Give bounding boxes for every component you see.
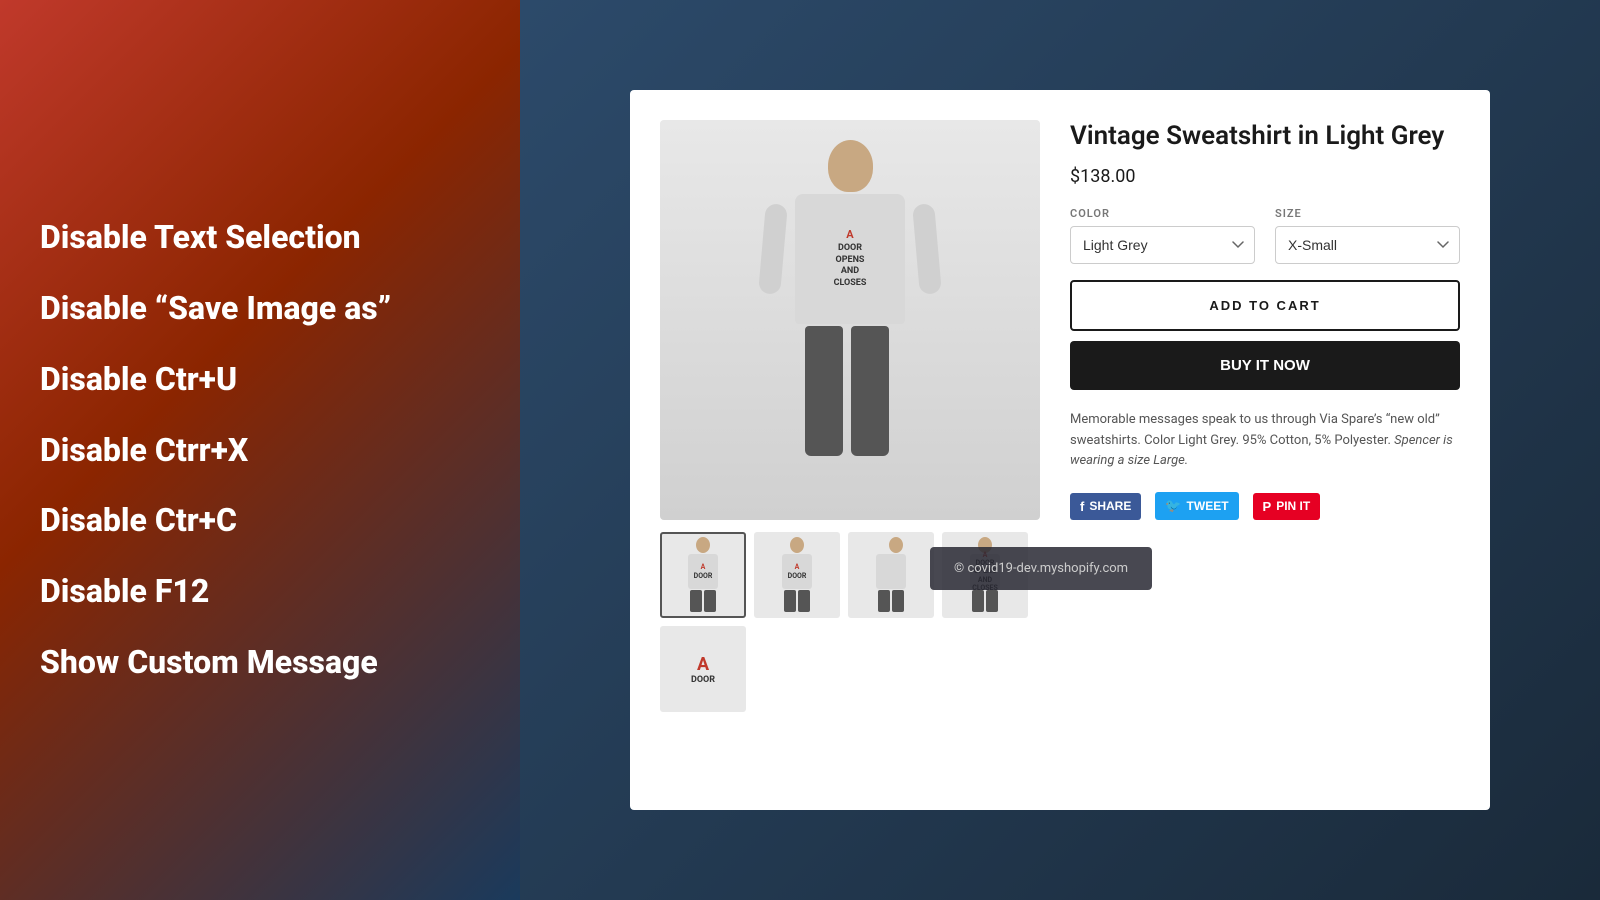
social-share-row: f SHARE 🐦 TWEET P PIN IT [1070, 492, 1460, 520]
man-figure: ADOOROPENSANDCLOSES [770, 140, 930, 500]
color-label: COLOR [1070, 207, 1255, 220]
feature-item-4: Disable Ctrr+X [40, 420, 480, 481]
size-label: SIZE [1275, 207, 1460, 220]
thumbnail-5[interactable]: A DOOR [660, 626, 746, 712]
thumbnail-row-2: A DOOR [660, 626, 1040, 712]
options-row: COLOR Light Grey Dark Grey Navy Black SI… [1070, 207, 1460, 264]
product-description: Memorable messages speak to us through V… [1070, 410, 1460, 472]
mini-head-3 [889, 537, 903, 553]
add-to-cart-button[interactable]: ADD TO CART [1070, 280, 1460, 331]
thumbnail-2[interactable]: ADOOR [754, 532, 840, 618]
pinterest-share-button[interactable]: P PIN IT [1253, 493, 1321, 520]
mini-leg-r3 [892, 590, 904, 612]
pinterest-share-label: PIN IT [1276, 499, 1310, 513]
right-panel: ADOOROPENSANDCLOSES [520, 0, 1600, 900]
mini-body-3 [876, 554, 906, 589]
size-select[interactable]: X-Small Small Medium Large X-Large [1275, 226, 1460, 264]
product-layout: ADOOROPENSANDCLOSES [660, 120, 1460, 712]
facebook-share-label: SHARE [1089, 499, 1131, 513]
mini-body-1: ADOOR [688, 554, 718, 589]
watermark-overlay: © covid19-dev.myshopify.com [930, 547, 1152, 590]
mini-body-2: ADOOR [782, 554, 812, 589]
mini-figure-1: ADOOR [683, 537, 723, 613]
left-panel: Disable Text Selection Disable “Save Ima… [0, 0, 520, 900]
mini-leg-r1 [704, 590, 716, 612]
main-image-placeholder: ADOOROPENSANDCLOSES [660, 120, 1040, 520]
image-section: ADOOROPENSANDCLOSES [660, 120, 1040, 712]
mini-legs-3 [878, 590, 904, 612]
mini-leg-l2 [784, 590, 796, 612]
color-select[interactable]: Light Grey Dark Grey Navy Black [1070, 226, 1255, 264]
product-title: Vintage Sweatshirt in Light Grey [1070, 120, 1460, 154]
pinterest-icon: P [1263, 499, 1272, 514]
facebook-icon: f [1080, 499, 1084, 514]
product-price: $138.00 [1070, 166, 1460, 187]
buy-it-now-button[interactable]: BUY IT NOW [1070, 341, 1460, 390]
mini-leg-l1 [690, 590, 702, 612]
man-arms [780, 204, 920, 294]
man-body: ADOOROPENSANDCLOSES [795, 194, 905, 324]
man-arm-left [758, 203, 788, 295]
thumbnail-5-content: A DOOR [691, 654, 715, 685]
feature-item-7: Show Custom Message [40, 632, 480, 693]
thumb-word-door: DOOR [691, 675, 715, 685]
color-option-group: COLOR Light Grey Dark Grey Navy Black [1070, 207, 1255, 264]
mini-legs-2 [784, 590, 810, 612]
thumb-text-1: ADOOR [694, 563, 713, 580]
mini-leg-r4 [986, 590, 998, 612]
twitter-share-button[interactable]: 🐦 TWEET [1155, 492, 1238, 520]
thumb-text-2: ADOOR [788, 563, 807, 580]
feature-item-5: Disable Ctr+C [40, 490, 480, 551]
facebook-share-button[interactable]: f SHARE [1070, 493, 1141, 520]
main-product-image: ADOOROPENSANDCLOSES [660, 120, 1040, 520]
man-arm-right [912, 203, 942, 295]
mini-figure-3 [871, 537, 911, 613]
product-card: ADOOROPENSANDCLOSES [630, 90, 1490, 810]
mini-leg-l3 [878, 590, 890, 612]
mini-legs-1 [690, 590, 716, 612]
mini-head-1 [696, 537, 710, 553]
size-option-group: SIZE X-Small Small Medium Large X-Large [1275, 207, 1460, 264]
thumbnail-1[interactable]: ADOOR [660, 532, 746, 618]
feature-item-2: Disable “Save Image as” [40, 278, 480, 339]
thumb-letter-a: A [697, 654, 709, 675]
feature-item-3: Disable Ctr+U [40, 349, 480, 410]
mini-figure-2: ADOOR [777, 537, 817, 613]
man-head [828, 140, 873, 192]
mini-leg-r2 [798, 590, 810, 612]
man-leg-left [805, 326, 843, 456]
product-description-text: Memorable messages speak to us through V… [1070, 412, 1440, 448]
feature-item-6: Disable F12 [40, 561, 480, 622]
twitter-icon: 🐦 [1165, 498, 1181, 514]
product-info: Vintage Sweatshirt in Light Grey $138.00… [1070, 120, 1460, 712]
mini-leg-l4 [972, 590, 984, 612]
mini-legs-4 [972, 590, 998, 612]
mini-head-2 [790, 537, 804, 553]
feature-item-1: Disable Text Selection [40, 207, 480, 268]
man-legs [805, 326, 895, 456]
twitter-share-label: TWEET [1187, 499, 1229, 513]
thumbnail-3[interactable] [848, 532, 934, 618]
man-leg-right [851, 326, 889, 456]
